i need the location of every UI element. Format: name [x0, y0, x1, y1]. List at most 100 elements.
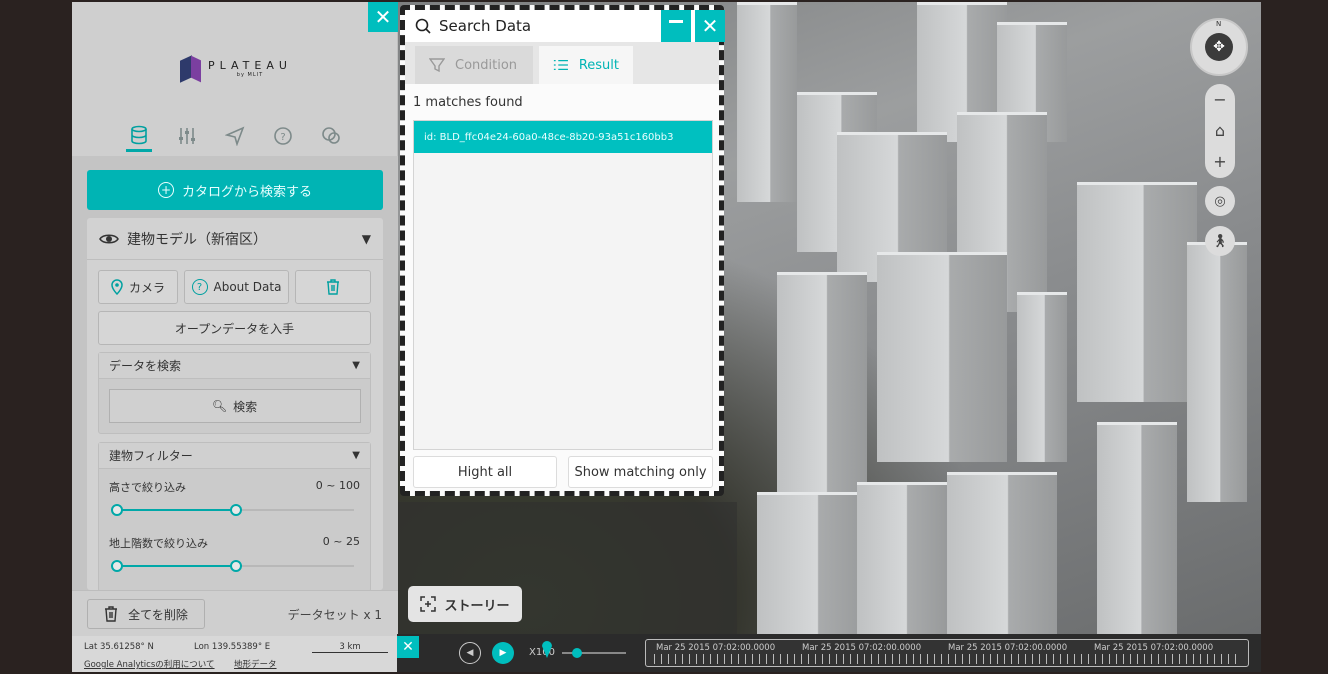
- dataset-card: 建物モデル（新宿区） ▼ カメラ ? About Data オープンデータを入手: [87, 218, 383, 590]
- question-circle-icon: ?: [191, 279, 208, 295]
- data-panel: PLATEAU by MLIT ? + カタログから検索する 建物モデル（新宿区…: [72, 2, 398, 672]
- database-icon: [131, 125, 147, 144]
- catalog-search-label: カタログから検索する: [181, 184, 312, 200]
- speed-slider[interactable]: [562, 648, 626, 658]
- plateau-logo[interactable]: PLATEAU by MLIT: [180, 54, 292, 84]
- compass[interactable]: N ✥: [1190, 18, 1248, 76]
- play-button[interactable]: ▶: [492, 642, 514, 664]
- filter-icon: [429, 58, 445, 73]
- search-section-title: データを検索: [109, 359, 182, 373]
- floors-slider-min-handle[interactable]: [111, 560, 123, 572]
- trash-icon: [327, 279, 339, 295]
- tab-help[interactable]: ?: [270, 120, 296, 152]
- height-slider[interactable]: [111, 504, 354, 516]
- status-bar: Lat 35.61258° N Lon 139.55389° E 3 km Go…: [72, 636, 398, 672]
- highlight-all-button[interactable]: Hight all: [413, 456, 557, 488]
- terrain-data-link[interactable]: 地形データ: [234, 658, 277, 670]
- minimize-icon: [669, 19, 683, 23]
- help-icon: ?: [274, 127, 292, 145]
- search-button[interactable]: 🔍︎ 検索: [108, 389, 361, 423]
- walking-person-icon: 🚶︎: [1211, 233, 1229, 249]
- panel-tabs: ?: [72, 120, 398, 156]
- dataset-header[interactable]: 建物モデル（新宿区） ▼: [87, 218, 383, 260]
- timeline-label: Mar 25 2015 07:02:00.0000: [656, 643, 776, 653]
- plus-circle-icon: +: [157, 182, 174, 198]
- eye-icon[interactable]: [99, 232, 119, 246]
- logo-subtitle: by MLIT: [236, 72, 264, 78]
- camera-label: カメラ: [128, 280, 165, 295]
- timeline-label: Mar 25 2015 07:02:00.0000: [1094, 643, 1214, 653]
- open-data-button[interactable]: オープンデータを入手: [98, 311, 371, 345]
- story-button[interactable]: ストーリー: [408, 586, 522, 622]
- match-count: 1 matches found: [413, 95, 523, 110]
- tab-condition-label: Condition: [455, 57, 518, 73]
- chat-icon: [322, 127, 340, 144]
- camera-button[interactable]: カメラ: [98, 270, 178, 304]
- timeline-marker-icon[interactable]: [541, 640, 553, 658]
- panel-body: + カタログから検索する 建物モデル（新宿区） ▼ カメラ ? About Da…: [72, 156, 398, 590]
- tab-settings[interactable]: [174, 120, 200, 152]
- result-item[interactable]: id: BLD_ffc04e24-60a0-48ce-8b20-93a51c16…: [414, 121, 712, 153]
- close-panel-button[interactable]: ✕: [368, 2, 398, 32]
- zoom-in-button[interactable]: +: [1205, 146, 1235, 177]
- show-matching-only-button[interactable]: Show matching only: [568, 456, 713, 488]
- caret-down-icon: ▼: [352, 360, 360, 371]
- caret-down-icon[interactable]: ▼: [362, 232, 371, 246]
- send-icon: [225, 126, 245, 146]
- height-filter-range: 0 ~ 100: [315, 479, 360, 492]
- rewind-button[interactable]: ◀: [459, 642, 481, 664]
- play-icon: ▶: [499, 648, 507, 658]
- search-icon: [415, 18, 431, 34]
- height-slider-max-handle[interactable]: [230, 504, 242, 516]
- timeline-ticks: [654, 654, 1240, 664]
- delete-all-label: 全てを削除: [128, 607, 188, 622]
- close-icon: ✕: [701, 14, 719, 38]
- search-section-header[interactable]: データを検索 ▼: [99, 353, 370, 379]
- target-icon: ◎: [1214, 193, 1226, 209]
- zoom-controls: − ⌂ +: [1205, 84, 1235, 178]
- close-icon: ✕: [374, 5, 392, 29]
- home-button[interactable]: ⌂: [1205, 115, 1235, 146]
- story-label: ストーリー: [444, 598, 510, 614]
- tab-share[interactable]: [222, 120, 248, 152]
- timeline-label: Mar 25 2015 07:02:00.0000: [802, 643, 922, 653]
- timeline-bar: ✕ ◀ ▶ X100 Mar 25 2015 07:02:00.0000 Mar…: [397, 634, 1261, 672]
- timeline-label: Mar 25 2015 07:02:00.0000: [948, 643, 1068, 653]
- height-slider-min-handle[interactable]: [111, 504, 123, 516]
- logo-title: PLATEAU: [208, 59, 292, 72]
- dataset-count: データセット x 1: [287, 608, 382, 622]
- timeline-track[interactable]: Mar 25 2015 07:02:00.0000 Mar 25 2015 07…: [645, 639, 1249, 667]
- search-data-dialog: Search Data ✕ Condition Result 1 matches…: [400, 5, 725, 496]
- floors-slider[interactable]: [111, 560, 354, 572]
- pan-icon[interactable]: ✥: [1205, 33, 1233, 61]
- dialog-close-button[interactable]: ✕: [695, 10, 725, 42]
- remove-dataset-button[interactable]: [295, 270, 371, 304]
- pedestrian-mode-button[interactable]: 🚶︎: [1205, 226, 1235, 256]
- delete-all-button[interactable]: 全てを削除: [87, 599, 205, 629]
- tab-result[interactable]: Result: [539, 46, 633, 84]
- scale-bar: 3 km: [312, 642, 388, 653]
- logo-mark-icon: [180, 54, 202, 84]
- building-filter-section: 建物フィルター ▼ 高さで絞り込み 0 ~ 100 地上階数で絞り込み 0 ~ …: [98, 442, 371, 590]
- trash-icon: [105, 606, 118, 622]
- floors-slider-max-handle[interactable]: [230, 560, 242, 572]
- dataset-actions: カメラ ? About Data: [98, 270, 371, 304]
- speed-slider-handle[interactable]: [572, 648, 582, 658]
- locate-button[interactable]: ◎: [1205, 186, 1235, 216]
- location-pin-icon: [111, 279, 123, 295]
- about-data-button[interactable]: ? About Data: [184, 270, 289, 304]
- catalog-search-button[interactable]: + カタログから検索する: [87, 170, 383, 210]
- tab-data[interactable]: [126, 120, 152, 152]
- tab-feedback[interactable]: [318, 120, 344, 152]
- minimize-button[interactable]: [661, 10, 691, 42]
- filter-section-header[interactable]: 建物フィルター ▼: [99, 443, 370, 469]
- google-analytics-link[interactable]: Google Analyticsの利用について: [84, 658, 215, 670]
- dialog-title: Search Data: [439, 17, 532, 35]
- panel-footer: 全てを削除 データセット x 1: [72, 590, 398, 636]
- play-backward-icon: ◀: [466, 648, 474, 658]
- height-filter: 高さで絞り込み 0 ~ 100: [99, 469, 370, 525]
- timeline-close-button[interactable]: ✕: [397, 636, 419, 658]
- zoom-out-button[interactable]: −: [1205, 84, 1235, 115]
- tab-condition[interactable]: Condition: [415, 46, 533, 84]
- search-section: データを検索 ▼ 🔍︎ 検索: [98, 352, 371, 434]
